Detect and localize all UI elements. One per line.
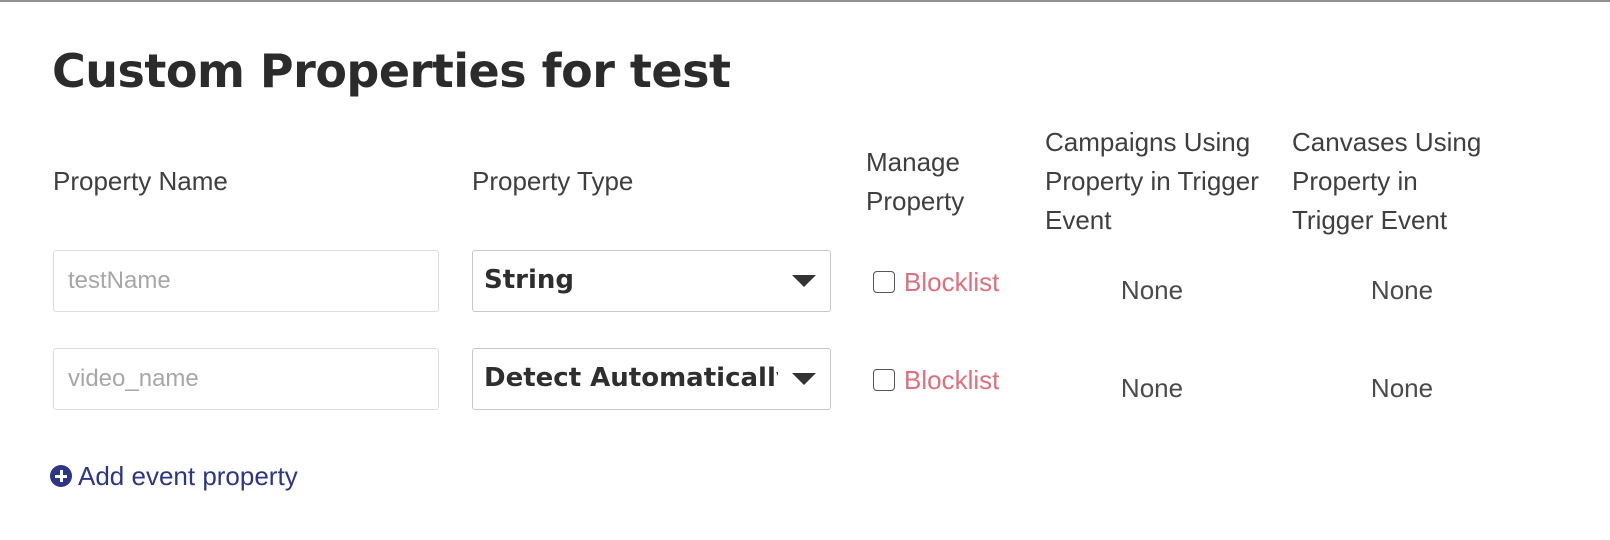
blocklist-label[interactable]: Blocklist: [904, 266, 999, 298]
table-row: Detect Automatically ( Blocklist None No…: [0, 348, 1610, 410]
column-header-manage-property: Manage Property: [866, 147, 965, 216]
property-name-input[interactable]: [53, 250, 439, 312]
caret-down-icon: [792, 373, 816, 385]
column-header-property-name: Property Name: [53, 166, 228, 196]
column-header-property-type: Property Type: [472, 166, 634, 196]
canvases-using-value: None: [1370, 373, 1434, 403]
column-header-canvases-using: Canvases Using Property in Trigger Event: [1292, 127, 1482, 235]
column-header-campaigns-using: Campaigns Using Property in Trigger Even…: [1045, 127, 1259, 235]
blocklist-checkbox[interactable]: [873, 271, 895, 293]
blocklist-label[interactable]: Blocklist: [904, 364, 999, 396]
blocklist-checkbox[interactable]: [873, 369, 895, 391]
property-name-input[interactable]: [53, 348, 439, 410]
campaigns-using-value: None: [1120, 275, 1184, 305]
caret-down-icon: [792, 275, 816, 287]
property-type-select[interactable]: Detect Automatically (: [472, 348, 831, 410]
add-event-property-button[interactable]: Add event property: [50, 460, 298, 492]
plus-circle-icon: [50, 465, 72, 487]
property-type-value: String: [484, 265, 575, 295]
campaigns-using-value: None: [1120, 373, 1184, 403]
blocklist-toggle[interactable]: Blocklist: [873, 266, 999, 298]
property-type-value: Detect Automatically (: [484, 363, 778, 393]
table-row: String Blocklist None None: [0, 250, 1610, 312]
add-event-property-label[interactable]: Add event property: [78, 460, 298, 492]
canvases-using-value: None: [1370, 275, 1434, 305]
property-type-select[interactable]: String: [472, 250, 831, 312]
page-title: Custom Properties for test: [52, 44, 731, 98]
blocklist-toggle[interactable]: Blocklist: [873, 364, 999, 396]
